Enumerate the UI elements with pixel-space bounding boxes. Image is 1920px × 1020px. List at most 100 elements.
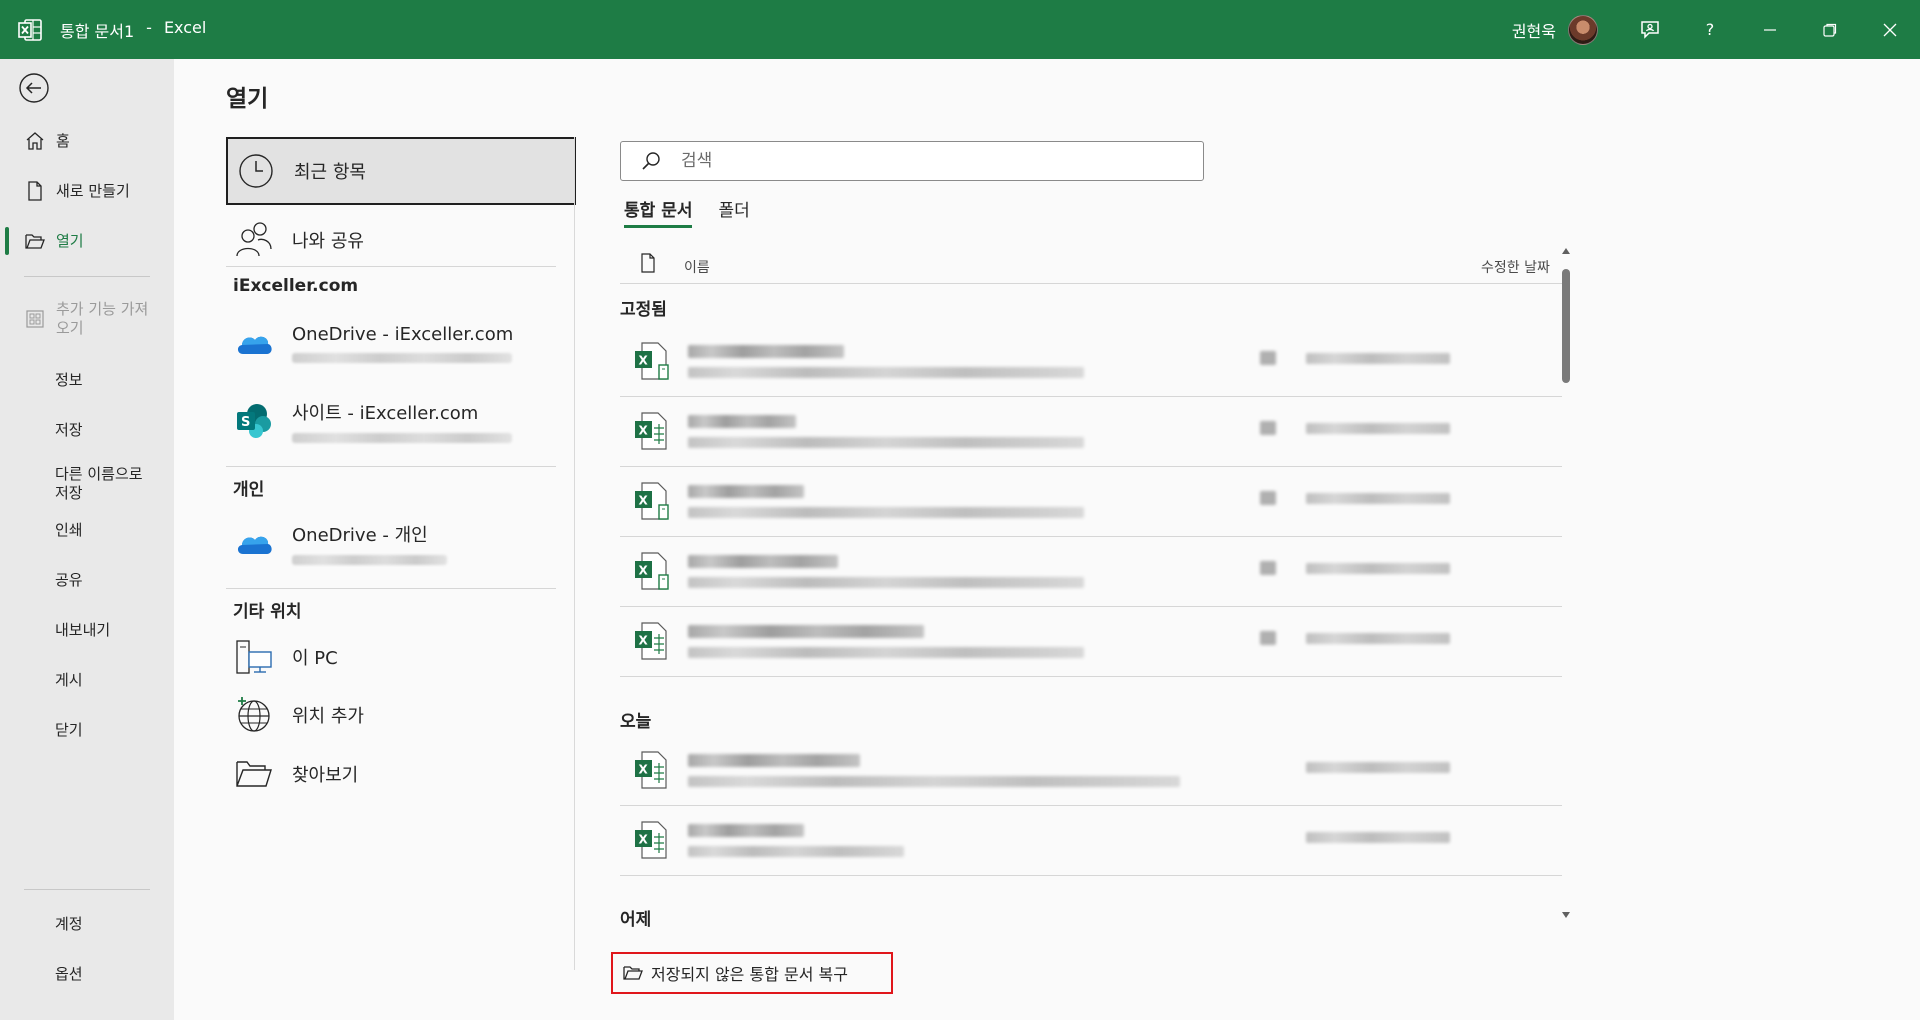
- feedback-button[interactable]: [1620, 0, 1680, 59]
- file-path-redacted: [688, 367, 1084, 378]
- svg-text:X: X: [639, 634, 649, 648]
- file-path-redacted: [688, 437, 1084, 448]
- file-row[interactable]: X: [620, 467, 1562, 537]
- nav-publish[interactable]: 게시: [0, 660, 174, 700]
- nav-addins: 추가 기능 가져오기: [0, 295, 174, 343]
- nav-save-as[interactable]: 다른 이름으로 저장: [0, 460, 174, 508]
- close-icon: [1883, 23, 1897, 36]
- file-name-redacted: [688, 345, 844, 358]
- modified-date-redacted: [1306, 493, 1450, 504]
- group-yesterday: 어제: [620, 910, 652, 930]
- nav-options[interactable]: 옵션: [0, 954, 174, 994]
- nav-print[interactable]: 인쇄: [0, 510, 174, 550]
- locations-separator: [226, 466, 556, 467]
- nav-close[interactable]: 닫기: [0, 710, 174, 750]
- nav-export[interactable]: 내보내기: [0, 610, 174, 650]
- recover-label: 저장되지 않은 통합 문서 복구: [651, 965, 848, 984]
- file-row[interactable]: X: [620, 607, 1562, 677]
- modified-date-redacted: [1306, 762, 1450, 773]
- modified-date-redacted: [1306, 353, 1450, 364]
- title-separator: -: [146, 17, 152, 37]
- column-name[interactable]: 이름: [684, 257, 710, 277]
- file-row[interactable]: X: [620, 537, 1562, 607]
- computer-icon: [232, 638, 276, 676]
- pin-icon[interactable]: [1260, 491, 1276, 505]
- avatar[interactable]: [1568, 14, 1598, 45]
- svg-text:S: S: [241, 415, 250, 430]
- file-list-scrollbar[interactable]: [1558, 247, 1574, 927]
- file-list-header: 이름 수정한 날짜: [620, 247, 1562, 284]
- pin-icon[interactable]: [1260, 631, 1276, 645]
- file-path-redacted: [688, 577, 1084, 588]
- open-page: 열기 최근 항목 나와 공유 iExceller.com OneDrive - …: [174, 59, 1920, 1020]
- excel-file-icon: X: [635, 342, 669, 380]
- search-icon: [621, 151, 681, 171]
- help-button[interactable]: ?: [1680, 0, 1740, 59]
- svg-text:X: X: [639, 564, 649, 578]
- location-sites[interactable]: S 사이트 - iExceller.com: [226, 391, 556, 451]
- location-this-pc[interactable]: 이 PC: [226, 634, 556, 680]
- restore-button[interactable]: [1800, 0, 1860, 59]
- scroll-up-arrow-icon[interactable]: [1560, 247, 1572, 259]
- modified-date-redacted: [1306, 633, 1450, 644]
- modified-date-redacted: [1306, 423, 1450, 434]
- pin-icon[interactable]: [1260, 561, 1276, 575]
- location-shared-with-me[interactable]: 나와 공유: [226, 217, 556, 263]
- nav-info[interactable]: 정보: [0, 360, 174, 400]
- back-arrow-icon: [19, 73, 49, 103]
- file-row[interactable]: X: [620, 397, 1562, 467]
- excel-file-icon: X: [635, 821, 667, 859]
- file-row[interactable]: X: [620, 736, 1562, 806]
- user-name[interactable]: 권현욱: [1512, 18, 1556, 42]
- close-window-button[interactable]: [1860, 0, 1920, 59]
- nav-open[interactable]: 열기: [0, 221, 174, 261]
- file-row[interactable]: X: [620, 327, 1562, 397]
- onedrive-cloud-icon: [232, 330, 276, 356]
- file-row[interactable]: X: [620, 806, 1562, 876]
- search-box[interactable]: [620, 141, 1204, 181]
- file-name-redacted: [688, 824, 804, 837]
- excel-file-icon: X: [635, 751, 667, 789]
- svg-text:X: X: [639, 763, 649, 777]
- location-recent[interactable]: 최근 항목: [226, 137, 576, 205]
- excel-file-icon: X: [635, 552, 669, 590]
- file-path-redacted: [688, 776, 1180, 787]
- nav-share[interactable]: 공유: [0, 560, 174, 600]
- location-browse[interactable]: 찾아보기: [226, 751, 556, 797]
- location-add-place[interactable]: 위치 추가: [226, 692, 556, 738]
- modified-date-redacted: [1306, 832, 1450, 843]
- location-onedrive-org[interactable]: OneDrive - iExceller.com: [226, 313, 556, 373]
- column-modified-date[interactable]: 수정한 날짜: [1481, 257, 1550, 277]
- nav-save[interactable]: 저장: [0, 410, 174, 450]
- group-pinned: 고정됨: [620, 300, 667, 320]
- group-today: 오늘: [620, 712, 652, 732]
- pin-icon[interactable]: [1260, 421, 1276, 435]
- excel-file-icon: X: [635, 622, 667, 660]
- addins-grid-icon: [24, 308, 46, 330]
- backstage-nav: 홈 새로 만들기 열기 추가 기능 가져오기 정보 저장 다른 이름으로 저장 …: [0, 59, 174, 1020]
- title-bar: 통합 문서1 - Excel 권현욱 ?: [0, 0, 1920, 59]
- document-title: 통합 문서1: [60, 21, 135, 41]
- tab-workbooks[interactable]: 통합 문서: [624, 196, 693, 228]
- back-button[interactable]: [18, 72, 50, 104]
- restore-icon: [1823, 23, 1837, 37]
- nav-account[interactable]: 계정: [0, 904, 174, 944]
- pin-icon[interactable]: [1260, 351, 1276, 365]
- search-input[interactable]: [681, 151, 1181, 171]
- scrollbar-thumb[interactable]: [1562, 269, 1570, 383]
- svg-text:X: X: [639, 494, 649, 508]
- nav-separator: [24, 276, 150, 277]
- scroll-down-arrow-icon[interactable]: [1560, 911, 1572, 923]
- open-folder-icon: [24, 230, 46, 252]
- nav-home[interactable]: 홈: [0, 121, 174, 161]
- account-email-redacted: [292, 433, 512, 443]
- minimize-button[interactable]: [1740, 0, 1800, 59]
- recover-unsaved-workbooks-button[interactable]: 저장되지 않은 통합 문서 복구: [611, 952, 893, 994]
- location-onedrive-personal[interactable]: OneDrive - 개인: [226, 513, 556, 573]
- help-icon: ?: [1705, 20, 1715, 39]
- tab-folders[interactable]: 폴더: [718, 196, 749, 228]
- account-email-redacted: [292, 352, 512, 363]
- file-path-redacted: [688, 846, 904, 857]
- sharepoint-icon: S: [232, 402, 276, 440]
- nav-new[interactable]: 새로 만들기: [0, 171, 174, 211]
